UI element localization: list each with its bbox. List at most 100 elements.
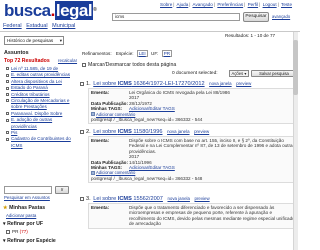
preview-link[interactable]: preview (194, 129, 209, 134)
assuntos-search-button[interactable]: Ir (55, 186, 69, 194)
top-results-heading: Top 72 Resultados (4, 58, 50, 64)
result-source: postgresql / _lbusca_legal_new?seq=id= 3… (91, 175, 203, 181)
top-link-sobre[interactable]: Sobre (160, 2, 172, 7)
logo[interactable]: busca.legal® (4, 1, 97, 20)
logo-second: legal (54, 1, 94, 20)
checkbox-icon[interactable] (6, 80, 9, 84)
chevron-down-icon: ▾ (244, 71, 247, 76)
pesquisar-assuntos-link[interactable]: Pesquisar em Assuntos (4, 195, 50, 200)
checkbox-icon[interactable] (6, 99, 9, 103)
comment-icon (91, 112, 95, 117)
advanced-search-link[interactable]: avançado (272, 14, 290, 19)
open-new-window-link[interactable]: nova janela (209, 81, 231, 86)
documents-selected: 0 document selected: (172, 71, 218, 76)
result-title-row: 2. Lei sobre ICMS 11580/1996 nova janela… (80, 129, 298, 135)
chevron-down-icon: ▾ (59, 38, 62, 43)
topic-item-cont[interactable]: ICMS (6, 143, 72, 149)
header-divider (0, 31, 300, 32)
refinements-bar: Refinamentos: Espécie: LEI UF: PR (82, 50, 174, 57)
refinar-uf-heading: ▾ Refinar por UF (3, 221, 44, 227)
jurisdiction-municipal[interactable]: Municipal (52, 23, 75, 29)
checkbox-icon[interactable] (6, 229, 10, 234)
comment-icon (91, 171, 95, 176)
logo-main: busca (4, 1, 51, 20)
add-comment-link[interactable]: Adicionar comentário (96, 112, 135, 117)
result-publicacao: 28/12/1972 (129, 100, 152, 106)
minhas-pastas-heading: ★ Minhas Pastas (3, 205, 46, 211)
refine-uf-label: UF: (151, 51, 159, 56)
salvar-pesquisa-button[interactable]: Salvar pesquisa (251, 70, 297, 77)
jurisdiction-tabs: Federal Estadual Municipal (3, 23, 78, 29)
result-ementa: Dispõe sobre o ICMS com base no art. 155… (129, 138, 295, 154)
result-year: 2017 (129, 154, 140, 160)
open-new-window-link[interactable]: nova janela (167, 196, 189, 201)
search-button[interactable]: Pesquisar (243, 12, 269, 22)
result-details: Ementa: Lei Orgânica do ICMS revogada pel… (88, 88, 298, 125)
top-link-perfil[interactable]: Perfil (248, 2, 258, 7)
edit-tags-link[interactable]: Adicionar/Editar TAGS (129, 165, 175, 170)
top-links: Sobre| Ajuda| Avançado| Preferências| Pe… (160, 2, 293, 7)
acoes-select[interactable]: Ações ▾ (229, 70, 249, 77)
select-all-toggle[interactable]: Marcar/Desmarcar todos desta página (82, 62, 176, 68)
result-publicacao: 14/11/1996 (129, 159, 152, 165)
checkbox-icon[interactable] (80, 81, 84, 86)
jurisdiction-estadual[interactable]: Estadual (26, 23, 47, 29)
result-item: 3. Lei sobre ICMS 15562/2007 nova janela… (80, 196, 298, 229)
refinar-especie-heading: ▾ Refinar por Espécie (3, 238, 56, 244)
result-title-link[interactable]: Lei sobre ICMS 15562/2007 (93, 196, 163, 202)
chevron-down-icon[interactable]: ▾ (3, 238, 6, 244)
star-icon: ★ (3, 205, 8, 211)
result-title-row: 1. Lei sobre ICMS 16364/1972-LEI-17270/2… (80, 81, 298, 87)
open-new-window-link[interactable]: nova janela (167, 129, 189, 134)
result-ementa: Dispõe que o tratamento diferenciado e f… (129, 205, 295, 227)
result-ementa: Lei Orgânica do ICMS revogada pela Lei 8… (129, 90, 230, 95)
result-source: postgresql / _lbusca_legal_new?seq=id= 3… (91, 117, 203, 123)
checkbox-icon[interactable] (6, 73, 9, 77)
checkbox-icon[interactable] (6, 137, 9, 141)
results-count: Resultados: 1 - 10 de 77 (225, 33, 276, 38)
top-link-preferencias[interactable]: Preferências (217, 2, 243, 7)
top-link-avancado[interactable]: Avançado (192, 2, 212, 7)
assuntos-heading: Assuntos (4, 50, 29, 56)
search-input[interactable]: icms (112, 13, 240, 21)
top-link-ajuda[interactable]: Ajuda (177, 2, 189, 7)
result-title-link[interactable]: Lei sobre ICMS 16364/1972-LEI-17270/2012 (93, 81, 204, 87)
adicionar-pasta-link[interactable]: Adicionar pasta (6, 213, 36, 218)
result-year: 2017 (129, 95, 140, 101)
result-details: Ementa: Dispõe que o tratamento diferenci… (88, 203, 298, 229)
checkbox-icon[interactable] (6, 86, 9, 90)
checkbox-icon[interactable] (6, 118, 9, 122)
checkbox-icon[interactable] (6, 112, 9, 116)
preview-link[interactable]: preview (236, 81, 251, 86)
result-title-row: 3. Lei sobre ICMS 15562/2007 nova janela… (80, 196, 298, 202)
checkbox-icon[interactable] (6, 92, 9, 96)
edit-tags-link[interactable]: Adicionar/Editar TAGS (129, 106, 175, 111)
jurisdiction-federal[interactable]: Federal (3, 23, 22, 29)
checkbox-icon[interactable] (6, 131, 9, 135)
checkbox-icon[interactable] (80, 196, 84, 201)
result-item: 1. Lei sobre ICMS 16364/1972-LEI-17270/2… (80, 81, 298, 125)
checkbox-icon[interactable] (82, 62, 86, 67)
assuntos-search-input[interactable] (4, 186, 52, 194)
result-item: 2. Lei sobre ICMS 11580/1996 nova janela… (80, 129, 298, 184)
logo-registered: ® (93, 7, 97, 13)
refine-especie-label: Espécie: (115, 51, 134, 56)
recalcular-link[interactable]: recalcular (58, 58, 77, 63)
history-select[interactable]: Histórico de pesquisas ▾ (4, 36, 64, 45)
top-link-teste[interactable]: Teste (281, 2, 292, 7)
add-comment-link[interactable]: Adicionar comentário (96, 170, 135, 175)
scrollbar-thumb[interactable] (293, 40, 298, 95)
refinements-label: Refinamentos: (82, 51, 112, 56)
topics-list: Lei nº 11.585, de 19 de E. editas outras… (6, 66, 72, 149)
refine-uf-value[interactable]: PR (161, 50, 173, 57)
preview-link[interactable]: preview (195, 196, 210, 201)
checkbox-icon[interactable] (80, 129, 84, 134)
top-link-logout[interactable]: Logout (263, 2, 277, 7)
history-select-value: Histórico de pesquisas (7, 38, 54, 43)
result-details: Ementa: Dispõe sobre o ICMS com base no a… (88, 136, 298, 184)
checkbox-icon[interactable] (6, 67, 9, 71)
chevron-down-icon[interactable]: ▾ (3, 221, 6, 227)
result-title-link[interactable]: Lei sobre ICMS 11580/1996 (93, 129, 162, 135)
refine-especie-value[interactable]: LEI (136, 50, 148, 57)
uf-item[interactable]: PR (77) (6, 229, 28, 234)
